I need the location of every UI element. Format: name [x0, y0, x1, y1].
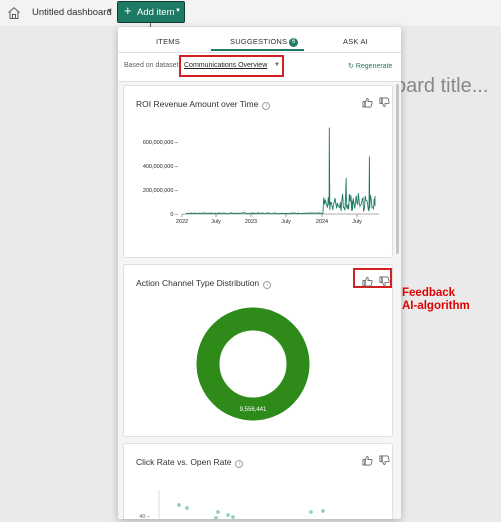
x-tick-label: 2022: [176, 219, 188, 225]
dashboard-title-placeholder[interactable]: oard title...: [395, 75, 488, 98]
plus-icon: +: [124, 3, 132, 18]
tab-items[interactable]: ITEMS: [156, 37, 180, 46]
card-title-text: Click Rate vs. Open Rate: [136, 457, 232, 467]
x-tick-label: July: [352, 219, 362, 225]
x-tick-label: 2023: [245, 219, 257, 225]
data-label: 9,556,441: [240, 407, 267, 413]
thumbs-down-icon[interactable]: [379, 276, 390, 287]
scatter-point: [226, 513, 230, 517]
card-title: ROI Revenue Amount over Time i: [136, 99, 271, 110]
thumbs-up-icon[interactable]: [362, 276, 373, 287]
feedback-buttons: [362, 276, 392, 288]
chevron-down-icon: ▼: [175, 8, 181, 14]
scatter-point: [214, 516, 218, 519]
scatter-point: [321, 509, 325, 513]
annotation-line-1: Feedback: [402, 287, 456, 299]
series-line: [185, 127, 376, 215]
x-tick-label: 2024: [316, 219, 328, 225]
y-tick-label: 200,000,000 –: [143, 188, 179, 194]
card-title: Action Channel Type Distribution i: [136, 278, 272, 289]
add-item-panel: ITEMS SUGGESTIONS 6 ASK AI Based on datas…: [118, 27, 401, 519]
panel-tabs: ITEMS SUGGESTIONS 6 ASK AI: [118, 27, 401, 53]
suggestion-card[interactable]: Click Rate vs. Open Rate i 40 –: [123, 443, 393, 519]
x-tick-label: July: [281, 219, 291, 225]
card-title-text: ROI Revenue Amount over Time: [136, 99, 259, 109]
feedback-buttons: [362, 455, 392, 467]
thumbs-down-icon[interactable]: [379, 455, 390, 466]
annotation-line-2: AI-algorithm: [402, 300, 470, 312]
suggestions-list: ROI Revenue Amount over Time i 0 –200,000…: [118, 81, 401, 519]
active-tab-indicator: [211, 49, 304, 51]
roi-line-chart: 0 – 200,000,000 – 400,000,000 – 600,000,000…: [143, 127, 379, 225]
info-icon[interactable]: i: [235, 460, 244, 468]
top-toolbar: Untitled dashboard ▼ + Add item ▼: [0, 0, 501, 26]
tab-ask-ai[interactable]: ASK AI: [343, 37, 368, 46]
y-tick-label: 0 –: [170, 212, 179, 218]
info-icon[interactable]: i: [263, 281, 272, 289]
regenerate-label: Regenerate: [355, 63, 393, 70]
tab-suggestions[interactable]: SUGGESTIONS 6: [230, 37, 299, 47]
feedback-buttons: [362, 97, 392, 109]
x-tick-label: July: [211, 219, 221, 225]
regenerate-button[interactable]: ↻ Regenerate: [348, 62, 392, 70]
scrollbar[interactable]: [396, 84, 399, 254]
dataset-prefix: Based on dataset: [124, 62, 179, 69]
tab-suggestions-label: SUGGESTIONS: [230, 37, 288, 46]
click-open-scatter-chart: 40 –: [139, 490, 325, 519]
channel-donut-chart: 9,556,441: [196, 307, 310, 421]
scatter-point: [216, 510, 220, 514]
dataset-row: Based on dataset Communications Overview…: [118, 53, 401, 79]
thumbs-up-icon[interactable]: [362, 97, 373, 108]
scatter-point: [309, 510, 313, 514]
donut-slice: [196, 307, 310, 421]
suggestion-card[interactable]: Action Channel Type Distribution i 9,556,…: [123, 264, 393, 437]
card-title-text: Action Channel Type Distribution: [136, 278, 260, 288]
y-tick-label: 40 –: [139, 514, 151, 519]
refresh-icon: ↻: [348, 63, 354, 70]
info-icon[interactable]: i: [262, 102, 271, 110]
feedback-annotation: Feedback AI-algorithm: [402, 287, 470, 313]
add-item-label: Add item: [137, 7, 175, 18]
thumbs-up-icon[interactable]: [362, 455, 373, 466]
scatter-point: [185, 506, 189, 510]
add-item-button[interactable]: + Add item ▼: [117, 1, 185, 23]
chevron-down-icon[interactable]: ▼: [106, 8, 113, 15]
y-tick-label: 400,000,000 –: [143, 164, 179, 170]
y-tick-label: 600,000,000 –: [143, 140, 179, 146]
card-title: Click Rate vs. Open Rate i: [136, 457, 244, 468]
suggestions-count-badge: 6: [289, 38, 299, 47]
dataset-selector[interactable]: Communications Overview: [184, 62, 267, 69]
thumbs-down-icon[interactable]: [379, 97, 390, 108]
dashboard-name[interactable]: Untitled dashboard: [32, 7, 112, 18]
home-icon[interactable]: [7, 6, 21, 20]
scatter-point: [177, 503, 181, 507]
chevron-down-icon[interactable]: ▼: [274, 62, 280, 68]
scatter-point: [231, 515, 235, 519]
suggestion-card[interactable]: ROI Revenue Amount over Time i 0 – 200,000…: [123, 85, 393, 258]
